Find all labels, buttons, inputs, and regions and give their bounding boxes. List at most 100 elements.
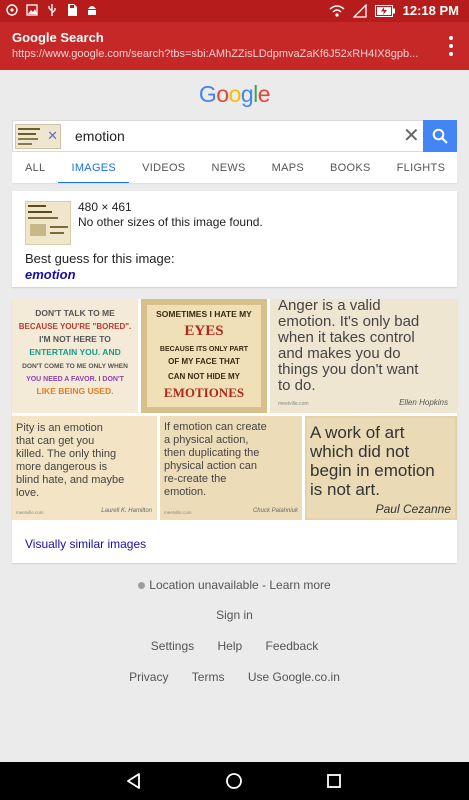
- sign-in-link[interactable]: Sign in: [0, 608, 469, 622]
- system-status: 12:18 PM: [329, 3, 459, 18]
- image-result-3[interactable]: Anger is a valid emotion. It's only bad …: [270, 299, 457, 413]
- best-guess-link[interactable]: emotion: [25, 267, 76, 282]
- image-author: Paul Cezanne: [376, 502, 452, 516]
- location-dot-icon: [138, 582, 146, 589]
- tab-all[interactable]: ALL: [12, 152, 58, 183]
- image-text: begin in emotion: [310, 461, 435, 480]
- settings-link[interactable]: Settings: [151, 639, 194, 653]
- image-result-2-graphic: SOMETIMES I HATE MY EYES BECAUSE ITS ONL…: [141, 299, 267, 413]
- back-icon[interactable]: [124, 771, 144, 791]
- whatsapp-icon: [6, 4, 18, 16]
- gallery-icon: [26, 4, 38, 16]
- image-text: emotion.: [164, 486, 206, 498]
- image-text: BECAUSE YOU'RE "BORED".: [19, 322, 131, 331]
- image-text: blind hate, and maybe: [16, 474, 124, 486]
- image-text: BECAUSE ITS ONLY PART: [160, 346, 249, 353]
- custom-tab-toolbar: Google Search https://www.google.com/sea…: [0, 22, 469, 70]
- image-result-4-graphic: Pity is an emotion that can get you kill…: [12, 416, 157, 520]
- image-text: then duplicating the: [164, 447, 259, 459]
- image-text: when it takes control: [277, 329, 415, 346]
- image-text: I'M NOT HERE TO: [39, 334, 111, 344]
- tab-videos[interactable]: VIDEOS: [129, 152, 198, 183]
- image-text: If emotion can create: [164, 421, 267, 433]
- image-text: SOMETIMES I HATE MY: [156, 309, 252, 319]
- best-guess-label: Best guess for this image:: [25, 251, 175, 266]
- help-link[interactable]: Help: [217, 639, 242, 653]
- similar-images-card: DON'T TALK TO ME BECAUSE YOU'RE "BORED".…: [12, 299, 457, 563]
- privacy-link[interactable]: Privacy: [129, 670, 168, 684]
- image-text: is not art.: [310, 480, 380, 499]
- image-text: and makes you do: [278, 345, 401, 362]
- clear-search-icon[interactable]: ✕: [403, 125, 420, 147]
- tab-news[interactable]: NEWS: [198, 152, 258, 183]
- image-result-1-graphic: DON'T TALK TO ME BECAUSE YOU'RE "BORED".…: [12, 299, 138, 413]
- image-site: meetville.com: [16, 510, 44, 515]
- image-text: DON'T COME TO ME ONLY WHEN: [22, 363, 128, 370]
- status-bar: 12:18 PM: [0, 0, 469, 22]
- image-text: OF MY FACE THAT: [168, 357, 240, 366]
- image-result-6-graphic: A work of art which did not begin in emo…: [305, 416, 457, 520]
- image-text: emotion. It's only bad: [278, 313, 419, 330]
- search-image-chip[interactable]: ✕: [15, 124, 61, 149]
- query-image-thumbnail[interactable]: [25, 201, 71, 245]
- image-text: EMOTIONES: [164, 385, 244, 400]
- image-text: Anger is a valid: [278, 299, 381, 314]
- image-result-6[interactable]: A work of art which did not begin in emo…: [305, 416, 457, 520]
- image-author: Laurell K. Hamilton: [101, 508, 152, 514]
- save-icon: [68, 4, 77, 16]
- image-result-3-graphic: Anger is a valid emotion. It's only bad …: [270, 299, 457, 413]
- no-other-sizes-text: No other sizes of this image found.: [78, 215, 263, 229]
- overflow-menu-icon[interactable]: [447, 36, 455, 56]
- search-query[interactable]: emotion: [75, 128, 125, 144]
- tab-images[interactable]: IMAGES: [58, 152, 130, 183]
- footer-links-row-2: Privacy Terms Use Google.co.in: [0, 670, 469, 684]
- image-dimensions[interactable]: 480 × 461: [78, 200, 132, 214]
- remove-image-icon[interactable]: ✕: [47, 128, 58, 144]
- image-info-card: 480 × 461 No other sizes of this image f…: [12, 191, 457, 287]
- image-text: killed. The only thing: [16, 448, 116, 460]
- image-text: DON'T TALK TO ME: [35, 308, 115, 318]
- image-text: CAN NOT HIDE MY: [168, 372, 241, 381]
- image-text: LIKE BEING USED.: [37, 386, 114, 396]
- page-url[interactable]: https://www.google.com/search?tbs=sbi:AM…: [12, 48, 422, 60]
- image-text: that can get you: [16, 435, 94, 447]
- image-result-4[interactable]: Pity is an emotion that can get you kill…: [12, 416, 157, 520]
- image-result-2[interactable]: SOMETIMES I HATE MY EYES BECAUSE ITS ONL…: [141, 299, 267, 413]
- location-status[interactable]: Location unavailable - Learn more: [0, 578, 469, 592]
- image-text: which did not: [309, 442, 410, 461]
- android-icon: [88, 6, 96, 15]
- search-icon: [432, 128, 448, 144]
- thumbnail-graphic: [26, 202, 70, 244]
- footer-links-row-1: Settings Help Feedback: [0, 639, 469, 653]
- google-logo[interactable]: Google: [0, 81, 469, 108]
- page-title: Google Search: [12, 30, 104, 45]
- use-google-link[interactable]: Use Google.co.in: [248, 670, 340, 684]
- home-icon[interactable]: [224, 771, 244, 791]
- image-result-5[interactable]: If emotion can create a physical action,…: [160, 416, 302, 520]
- image-text: EYES: [184, 323, 223, 339]
- tab-maps[interactable]: MAPS: [259, 152, 317, 183]
- image-text: love.: [16, 487, 39, 499]
- tab-flights[interactable]: FLIGHTS: [384, 152, 457, 183]
- search-box[interactable]: ✕ emotion ✕: [12, 120, 457, 152]
- page-content: Google ✕ emotion ✕ ALL IMAGES VIDEOS NEWS MA…: [0, 70, 469, 762]
- image-result-1[interactable]: DON'T TALK TO ME BECAUSE YOU'RE "BORED".…: [12, 299, 138, 413]
- image-site: meetville.com: [278, 401, 309, 407]
- search-button[interactable]: [423, 120, 457, 152]
- feedback-link[interactable]: Feedback: [266, 639, 319, 653]
- system-nav-bar: [0, 762, 469, 800]
- image-text: a physical action,: [164, 434, 248, 446]
- search-tabs: ALLIMAGESVIDEOSNEWSMAPSBOOKSFLIGHTSAPP: [12, 152, 457, 184]
- clock: 12:18 PM: [402, 3, 459, 18]
- recents-icon[interactable]: [324, 771, 344, 791]
- image-text: A work of art: [310, 423, 405, 442]
- terms-link[interactable]: Terms: [192, 670, 225, 684]
- image-text: Pity is an emotion: [16, 422, 103, 434]
- image-text: re-create the: [164, 473, 226, 485]
- tab-books[interactable]: BOOKS: [317, 152, 384, 183]
- image-site: meetville.com: [164, 510, 192, 515]
- notification-icons: [6, 3, 98, 17]
- usb-icon: [48, 4, 56, 16]
- location-text[interactable]: Location unavailable - Learn more: [149, 578, 330, 592]
- visually-similar-link[interactable]: Visually similar images: [25, 537, 146, 551]
